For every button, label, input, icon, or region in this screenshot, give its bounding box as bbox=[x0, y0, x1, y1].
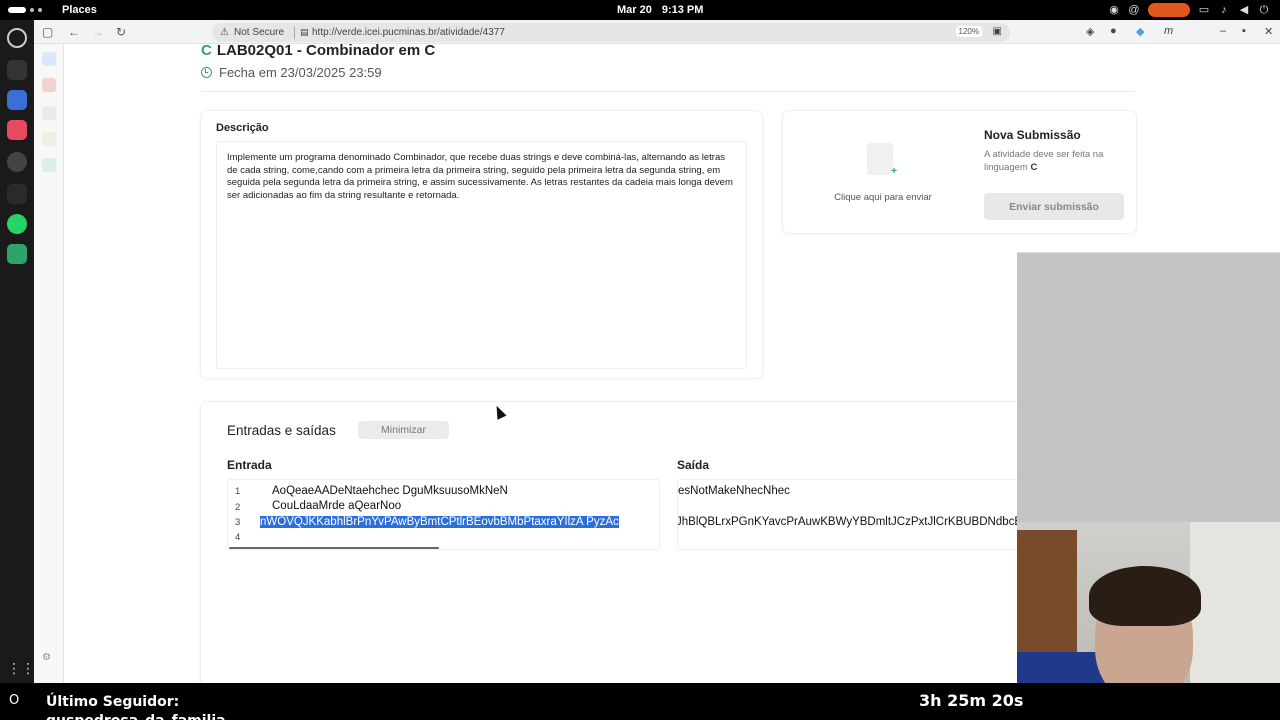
url-divider bbox=[294, 26, 295, 39]
minimize-window-icon[interactable]: – bbox=[1220, 25, 1226, 37]
places-menu[interactable]: Places bbox=[62, 4, 97, 16]
clock-date: Mar 20 bbox=[617, 4, 652, 16]
url-text[interactable]: http://verde.icei.pucminas.br/atividade/… bbox=[312, 27, 505, 38]
input-label: Entrada bbox=[227, 458, 272, 472]
submission-card: Clique aqui para enviar Nova Submissão A… bbox=[783, 111, 1136, 233]
files-app-icon[interactable] bbox=[7, 90, 27, 110]
at-icon[interactable]: @ bbox=[1128, 4, 1140, 16]
deadline-text: Fecha em 23/03/2025 23:59 bbox=[219, 65, 382, 80]
power-icon[interactable]: ⏻ bbox=[1258, 4, 1270, 16]
page-title: C LAB02Q01 - Combinador em C bbox=[201, 44, 435, 59]
recording-indicator-icon[interactable] bbox=[1148, 3, 1190, 17]
inkscape-app-icon[interactable] bbox=[7, 184, 27, 204]
description-text: Implemente um programa denominado Combin… bbox=[216, 141, 747, 369]
application-dock: ⋮⋮ bbox=[0, 20, 35, 683]
screencast-icon[interactable]: ▭ bbox=[1198, 4, 1210, 16]
page-info-icon[interactable]: ▤ bbox=[300, 27, 309, 38]
system-tray[interactable]: ◉ @ ▭ ♪ ◀ ⏻ bbox=[1108, 3, 1270, 17]
activities-indicator[interactable] bbox=[8, 7, 42, 13]
assignment-title: LAB02Q01 - Combinador em C bbox=[216, 44, 436, 59]
verde-app-icon[interactable] bbox=[42, 158, 56, 172]
bookmark-icon[interactable]: ▣ bbox=[993, 26, 1002, 37]
input-line[interactable]: AoQeaeAADeNtaehchec DguMksuusoMkNeN bbox=[272, 485, 508, 497]
line-number: 3 bbox=[235, 517, 241, 528]
minimize-button[interactable]: Minimizar bbox=[358, 421, 449, 439]
side-panel-settings-icon[interactable]: ⚙ bbox=[42, 652, 56, 666]
extension-icon-blue[interactable]: ◆ bbox=[1136, 25, 1144, 38]
chrome-app-icon[interactable] bbox=[7, 28, 27, 48]
deadline: Fecha em 23/03/2025 23:59 bbox=[201, 65, 382, 80]
line-number: 2 bbox=[235, 502, 241, 513]
zoom-level[interactable]: 120% bbox=[955, 26, 982, 37]
address-bar[interactable]: ⚠ Not Secure ▤ http://verde.icei.pucmina… bbox=[212, 23, 1010, 42]
upload-dropzone[interactable]: Clique aqui para enviar bbox=[803, 129, 963, 209]
io-card: Entradas e saídas Minimizar baixar Entra… bbox=[201, 402, 1136, 683]
output-label: Saída bbox=[677, 458, 710, 472]
system-top-bar: Places Mar 20 9:13 PM ◉ @ ▭ ♪ ◀ ⏻ bbox=[0, 0, 1280, 20]
line-number: 1 bbox=[235, 486, 241, 497]
side-panel-app-icon[interactable] bbox=[42, 106, 56, 120]
reload-icon[interactable]: ↻ bbox=[116, 25, 126, 39]
description-label: Descrição bbox=[216, 122, 269, 134]
webcam-person-hair bbox=[1089, 566, 1201, 626]
forward-icon[interactable]: → bbox=[92, 25, 104, 39]
header-divider bbox=[201, 91, 1135, 92]
clock[interactable]: Mar 20 9:13 PM bbox=[617, 4, 713, 16]
output-line: esNotMakeNhecNhec bbox=[678, 485, 790, 497]
obs-app-icon[interactable] bbox=[7, 152, 27, 172]
horizontal-scrollbar[interactable] bbox=[229, 547, 439, 549]
stream-logo: O bbox=[9, 693, 20, 708]
extension-icon-m[interactable]: m bbox=[1164, 25, 1173, 37]
warning-icon[interactable]: ⚠ bbox=[220, 27, 229, 38]
side-panel-app-icon-2[interactable] bbox=[42, 132, 56, 146]
gmail-icon[interactable] bbox=[42, 78, 56, 92]
trash-app-icon[interactable] bbox=[7, 244, 27, 264]
clock-icon bbox=[201, 67, 212, 78]
security-label[interactable]: Not Secure bbox=[234, 27, 284, 38]
close-window-icon[interactable]: ✕ bbox=[1264, 25, 1273, 38]
input-editor[interactable]: 1 AoQeaeAADeNtaehchec DguMksuusoMkNeN 2 … bbox=[227, 479, 660, 550]
input-line[interactable]: CouLdaaMrde aQearNoo bbox=[272, 500, 401, 512]
clock-time: 9:13 PM bbox=[661, 4, 704, 16]
chrome-tray-icon[interactable]: ◉ bbox=[1108, 4, 1120, 16]
microphone-icon[interactable]: ♪ bbox=[1218, 4, 1230, 16]
stream-info-bar: O Último Seguidor: guspedrosa_da_familia… bbox=[0, 683, 1280, 720]
language-badge: C bbox=[201, 44, 212, 59]
browser-toolbar: ▢ ← → ↻ ⚠ Not Secure ▤ http://verde.icei… bbox=[34, 20, 1280, 44]
description-card: Descrição Implemente um programa denomin… bbox=[201, 111, 762, 378]
back-icon[interactable]: ← bbox=[68, 25, 80, 39]
extension-icon[interactable]: ◈ bbox=[1086, 25, 1094, 38]
upload-label: Clique aqui para enviar bbox=[834, 192, 932, 203]
software-app-icon[interactable] bbox=[7, 120, 27, 140]
volume-icon[interactable]: ◀ bbox=[1238, 4, 1250, 16]
submit-button[interactable]: Enviar submissão bbox=[984, 193, 1124, 220]
language-note: A atividade deve ser feita na linguagem … bbox=[984, 148, 1129, 174]
last-follower-label: Último Seguidor: bbox=[46, 694, 180, 710]
browser-side-panel: ⚙ bbox=[34, 44, 64, 683]
tab-search-icon[interactable]: ▢ bbox=[42, 25, 53, 39]
terminal-app-icon[interactable] bbox=[7, 60, 27, 80]
side-panel-tab-icon[interactable] bbox=[42, 52, 56, 66]
file-add-icon bbox=[867, 143, 897, 177]
maximize-window-icon[interactable]: ▪ bbox=[1242, 25, 1246, 37]
input-line-selected[interactable]: nWOVQJKKabhlBrPnYvPAwByBmtCPtlrBEovbBMbP… bbox=[260, 516, 619, 528]
output-line: JhBlQBLrxPGnKYavcPrAuwKBWyYBDmltJCzPxtJl… bbox=[677, 516, 1039, 528]
submission-title: Nova Submissão bbox=[984, 128, 1081, 142]
desktop: Places Mar 20 9:13 PM ◉ @ ▭ ♪ ◀ ⏻ ⋮⋮ ▢ ← … bbox=[0, 0, 1280, 720]
show-apps-grid-icon[interactable]: ⋮⋮ bbox=[7, 660, 35, 680]
io-title: Entradas e saídas bbox=[227, 423, 336, 438]
whatsapp-app-icon[interactable] bbox=[7, 214, 27, 234]
last-follower-name: guspedrosa_da_familia bbox=[46, 713, 246, 720]
stream-timer: 3h 25m 20s bbox=[919, 691, 1024, 710]
line-number: 4 bbox=[235, 532, 241, 543]
info-extension-icon[interactable]: ● bbox=[1110, 25, 1117, 37]
language-note-lang: C bbox=[1030, 162, 1038, 173]
language-note-text: A atividade deve ser feita na linguagem bbox=[984, 149, 1104, 173]
overlay-panel bbox=[1017, 252, 1280, 522]
